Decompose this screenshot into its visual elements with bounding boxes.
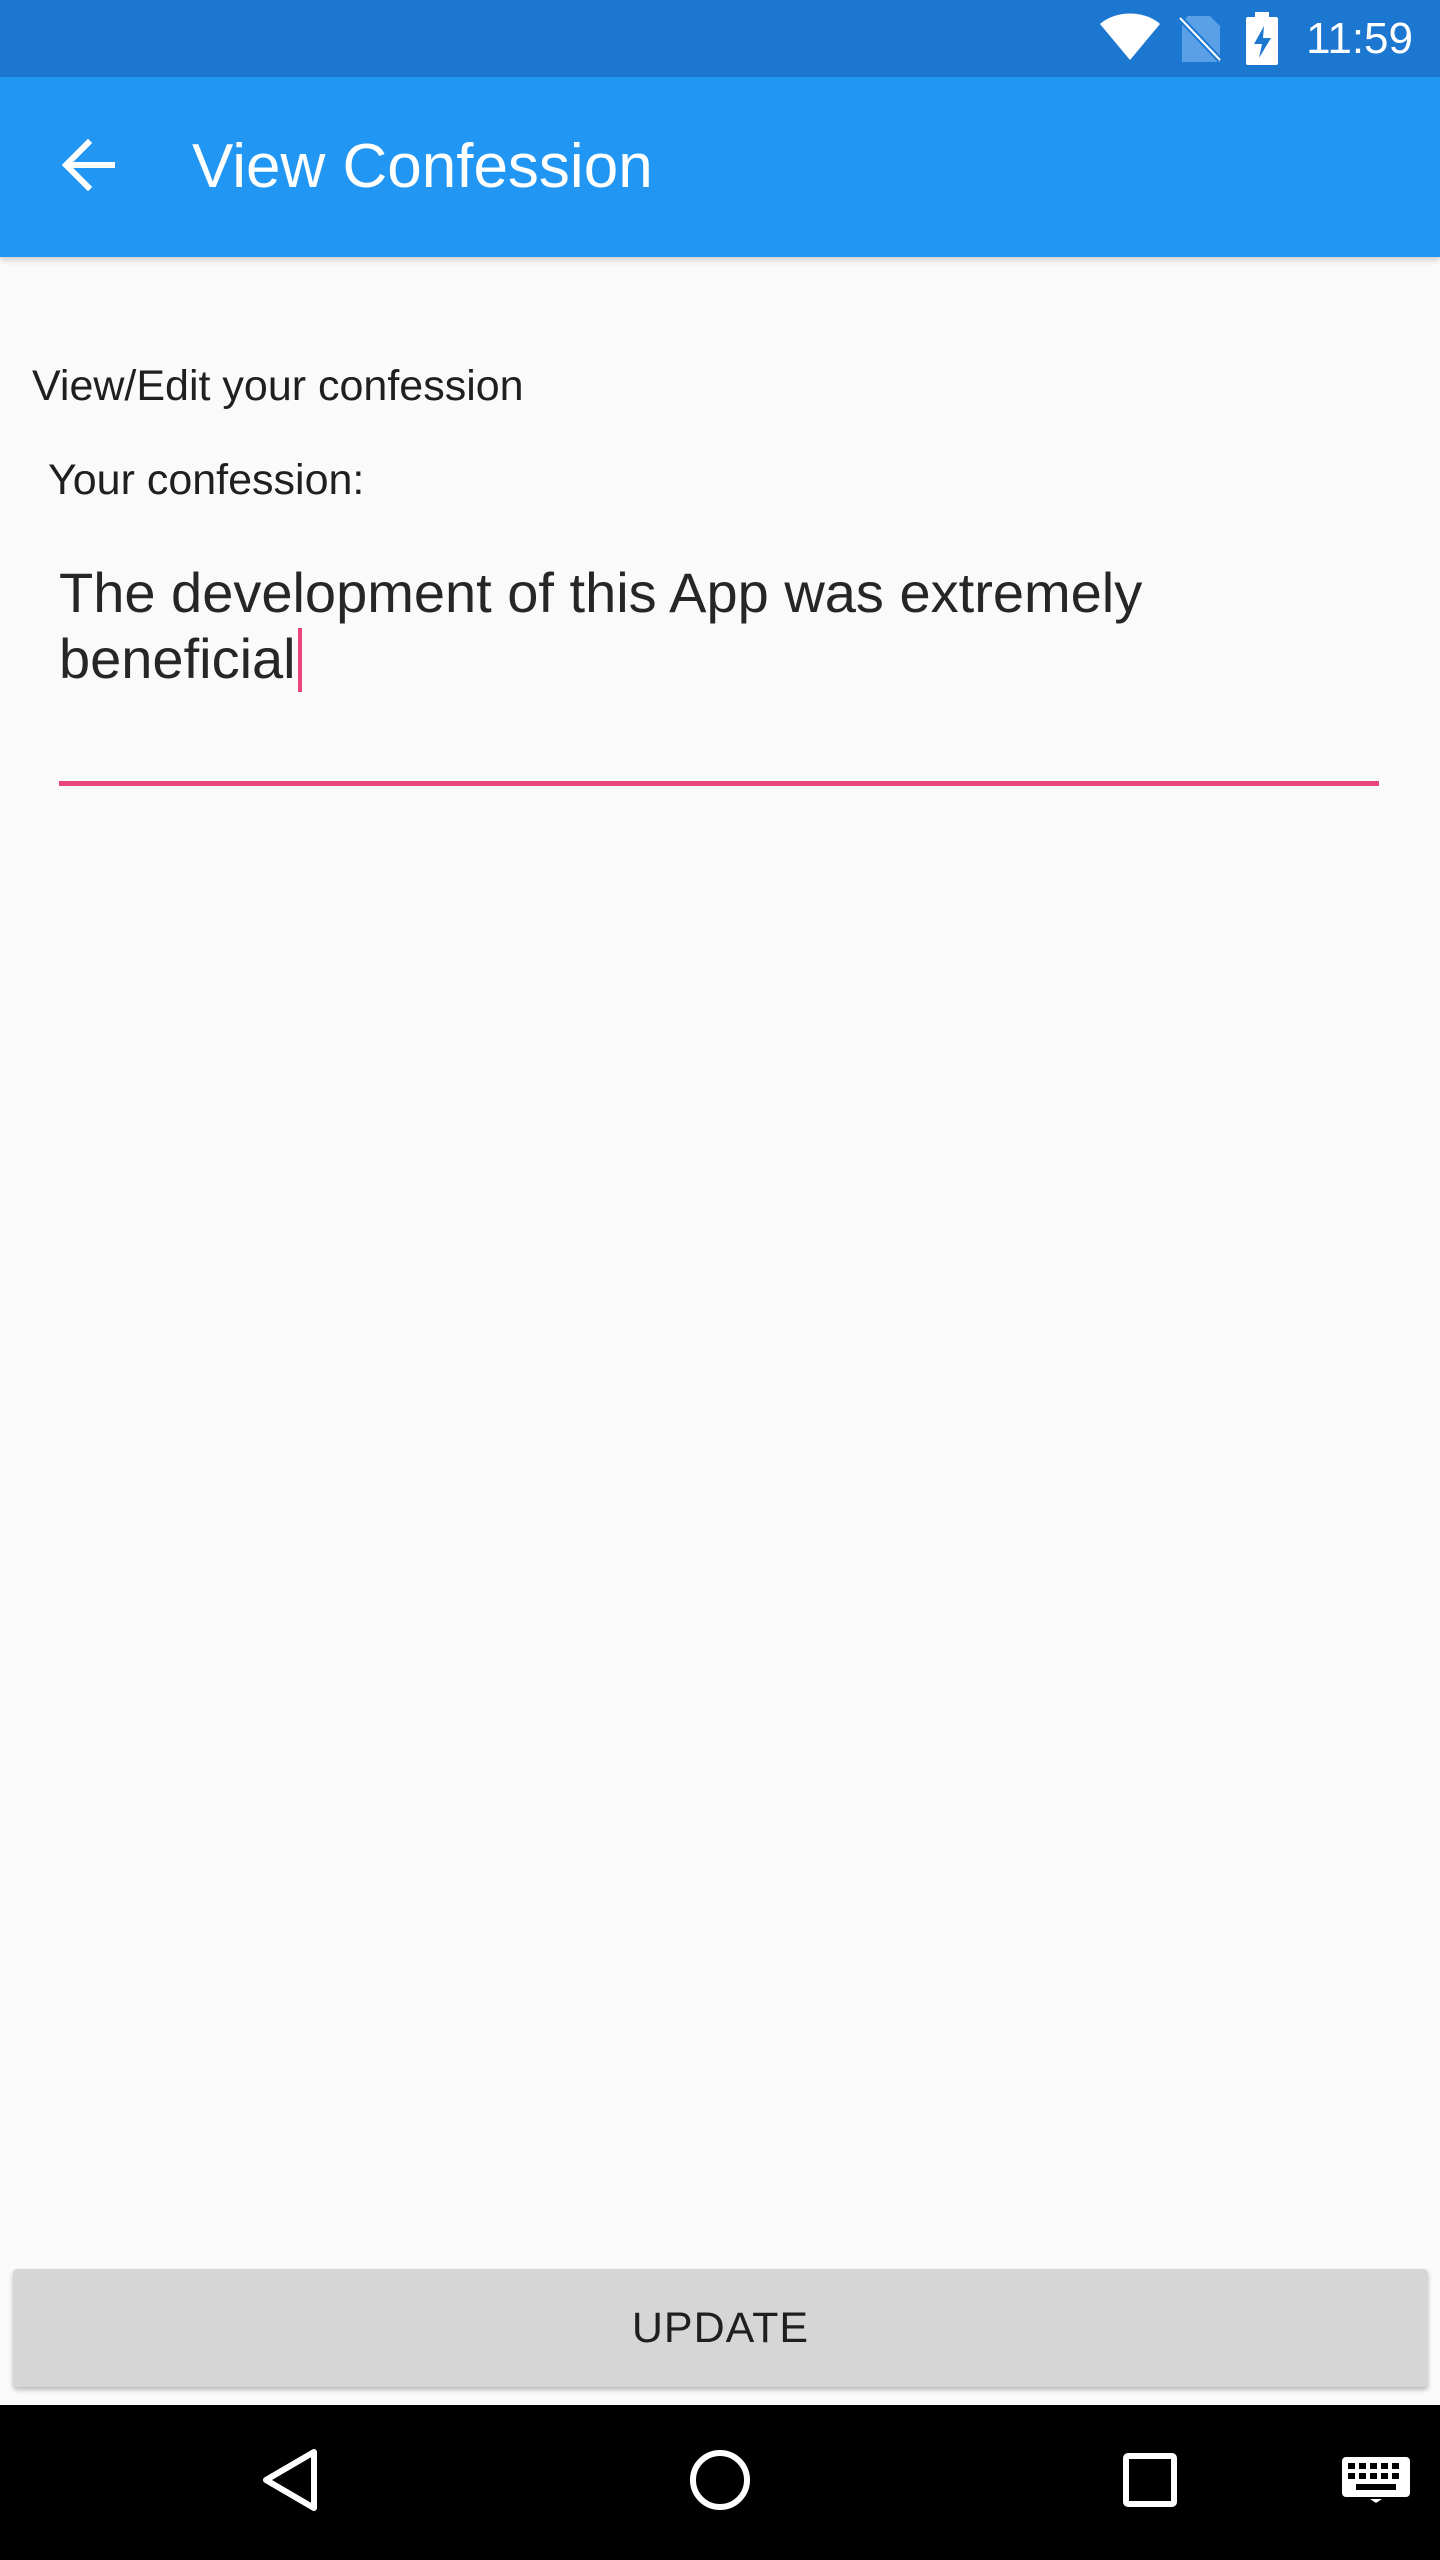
- back-button[interactable]: [40, 127, 136, 207]
- nav-back-button[interactable]: [240, 2405, 340, 2560]
- keyboard-icon: [1342, 2457, 1410, 2508]
- nav-recents-button[interactable]: [1100, 2405, 1200, 2560]
- text-cursor: [297, 628, 302, 692]
- confession-input[interactable]: The development of this App was extremel…: [59, 560, 1379, 786]
- back-triangle-icon: [260, 2448, 320, 2517]
- recents-square-icon: [1122, 2452, 1178, 2513]
- input-underline: [59, 781, 1379, 786]
- wifi-icon: [1098, 12, 1162, 67]
- home-circle-icon: [688, 2448, 752, 2517]
- status-bar: 11:59: [0, 0, 1440, 77]
- no-sim-icon: [1176, 14, 1223, 69]
- page-title: View Confession: [192, 132, 653, 201]
- confession-input-value[interactable]: The development of this App was extremel…: [59, 561, 1142, 690]
- status-time: 11:59: [1306, 14, 1413, 63]
- app-bar: View Confession: [0, 77, 1440, 257]
- update-button[interactable]: UPDATE: [13, 2269, 1428, 2387]
- screen: 11:59 View Confession View/Edit your con…: [0, 0, 1440, 2560]
- battery-charging-icon: [1244, 12, 1280, 71]
- arrow-back-icon: [60, 138, 116, 196]
- section-heading: View/Edit your confession: [32, 362, 524, 410]
- system-nav-bar: [0, 2405, 1440, 2560]
- confession-field-label: Your confession:: [48, 456, 365, 504]
- nav-keyboard-button[interactable]: [1336, 2405, 1416, 2560]
- nav-home-button[interactable]: [670, 2405, 770, 2560]
